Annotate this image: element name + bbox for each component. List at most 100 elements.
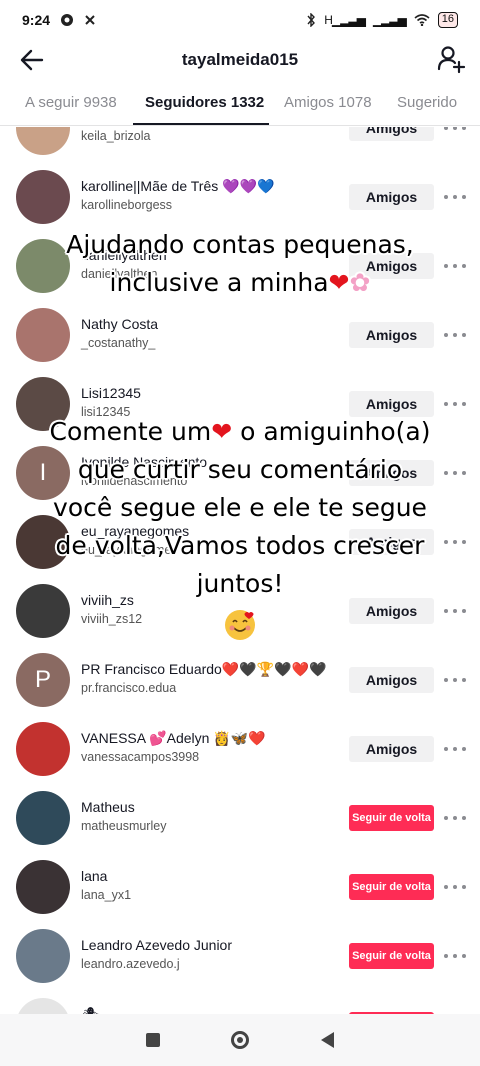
follower-row[interactable]: P PR Francisco Eduardo❤️🖤🏆🖤❤️🖤 pr.francisc… [0,646,480,715]
back-arrow-icon[interactable] [18,46,46,74]
friends-button[interactable]: Amigos [349,667,434,693]
avatar[interactable] [16,239,70,293]
followers-list: keila_brizola Amigos karolline||Mãe de Trê… [0,127,480,1014]
tab-followers[interactable]: Seguidores 1332 [145,94,264,111]
friends-button[interactable]: Amigos [349,253,434,279]
avatar[interactable] [16,584,70,638]
home-icon[interactable] [231,1031,250,1049]
follower-handle: karollineborgess [81,198,173,212]
follower-row[interactable]: lana lana_yx1 Seguir de volta [0,853,480,922]
avatar[interactable] [16,791,70,845]
avatar[interactable]: P [16,653,70,707]
more-options-icon[interactable] [444,400,466,408]
follower-row[interactable]: viviih_zs viviih_zs12 Amigos [0,577,480,646]
avatar[interactable]: I [16,446,70,500]
follower-row[interactable]: I Ivonilde Nascimento ivonildenascimento Am… [0,439,480,508]
follower-row[interactable]: Nathy Costa _costanathy_ Amigos [0,301,480,370]
follower-row[interactable]: keila_brizola Amigos [0,127,480,163]
follower-name: daniellyalthen [81,247,167,263]
signal2-icon: ▁▂▃▅ [372,13,407,27]
follower-handle: leandro.azevedo.j [81,957,180,971]
follower-handle: _costanathy_ [81,336,156,350]
active-tab-indicator [133,123,269,125]
follower-name: Leandro Azevedo Junior [81,937,232,953]
recent-apps-icon[interactable] [145,1033,160,1047]
status-time: 9:24 [22,12,51,28]
follower-row[interactable]: eu_rayanegomes eu_rayanegomes Amigos [0,508,480,577]
follower-row[interactable]: 🕷Seguir de volta [0,991,480,1014]
more-options-icon[interactable] [444,883,466,891]
friends-button[interactable]: Amigos [349,460,434,486]
bluetooth-icon [307,13,316,27]
follower-row[interactable]: Lisi12345 lisi12345 Amigos [0,370,480,439]
follower-name: Matheus [81,799,135,815]
tab-following[interactable]: A seguir 9938 [25,94,117,111]
follower-name: PR Francisco Eduardo❤️🖤🏆🖤❤️🖤 [81,661,327,677]
add-user-icon[interactable] [436,44,466,74]
avatar[interactable] [16,127,70,155]
follow-back-button[interactable]: Seguir de volta [349,805,434,831]
avatar[interactable] [16,515,70,569]
friends-button[interactable]: Amigos [349,391,434,417]
more-options-icon[interactable] [444,607,466,615]
bug-icon [85,15,95,25]
friends-button[interactable]: Amigos [349,127,434,141]
follower-name: viviih_zs [81,592,134,608]
back-nav-icon[interactable] [321,1032,335,1048]
avatar[interactable] [16,929,70,983]
system-nav-bar [0,1014,480,1066]
follower-row[interactable]: daniellyalthen daniellyalthen Amigos [0,232,480,301]
more-options-icon[interactable] [444,745,466,753]
avatar[interactable] [16,170,70,224]
avatar[interactable] [16,377,70,431]
follower-name: 🕷 [81,1006,99,1014]
friends-button[interactable]: Amigos [349,184,434,210]
friends-button[interactable]: Amigos [349,736,434,762]
friends-button[interactable]: Amigos [349,598,434,624]
follow-back-button[interactable]: Seguir de volta [349,874,434,900]
follower-name: karolline||Mãe de Três 💜💜💙 [81,178,275,194]
avatar[interactable] [16,308,70,362]
more-options-icon[interactable] [444,814,466,822]
follower-name: VANESSA 💕Adelyn 👸🦋❤️ [81,730,266,746]
follower-handle: keila_brizola [81,129,151,143]
follower-handle: ivonildenascimento [81,474,188,488]
friends-button[interactable]: Amigos [349,529,434,555]
avatar[interactable] [16,722,70,776]
avatar[interactable] [16,860,70,914]
more-options-icon[interactable] [444,676,466,684]
follower-name: lana [81,868,108,884]
follower-name: eu_rayanegomes [81,523,190,539]
follower-handle: lana_yx1 [81,888,132,902]
follower-row[interactable]: Leandro Azevedo Junior leandro.azevedo.j S… [0,922,480,991]
follower-name: Ivonilde Nascimento [81,454,208,470]
friends-button[interactable]: Amigos [349,322,434,348]
avatar[interactable] [16,998,70,1014]
follower-row[interactable]: karolline||Mãe de Três 💜💜💙 karollineborge… [0,163,480,232]
follower-handle: matheusmurley [81,819,167,833]
follower-handle: viviih_zs12 [81,612,143,626]
follower-row[interactable]: Matheus matheusmurley Seguir de volta [0,784,480,853]
more-options-icon[interactable] [444,952,466,960]
follower-name: Lisi12345 [81,385,141,401]
follower-handle: pr.francisco.edua [81,681,177,695]
more-options-icon[interactable] [444,127,466,132]
wifi-icon [414,14,430,26]
notification-icon [61,14,74,26]
tab-suggested[interactable]: Sugerido [397,94,457,111]
more-options-icon[interactable] [444,193,466,201]
follower-name: Nathy Costa [81,316,159,332]
more-options-icon[interactable] [444,262,466,270]
follow-back-button[interactable]: Seguir de volta [349,943,434,969]
tab-friends[interactable]: Amigos 1078 [284,94,372,111]
more-options-icon[interactable] [444,469,466,477]
signal-icon: H▁▂▃▅ [324,13,366,27]
follower-row[interactable]: VANESSA 💕Adelyn 👸🦋❤️ vanessacampos3998 Ami… [0,715,480,784]
status-bar: 9:24 H▁▂▃▅ ▁▂▃▅ 16 [0,0,480,40]
follower-handle: lisi12345 [81,405,131,419]
more-options-icon[interactable] [444,331,466,339]
follower-handle: eu_rayanegomes [81,543,178,557]
more-options-icon[interactable] [444,538,466,546]
follower-handle: vanessacampos3998 [81,750,200,764]
battery-icon: 16 [437,12,458,28]
